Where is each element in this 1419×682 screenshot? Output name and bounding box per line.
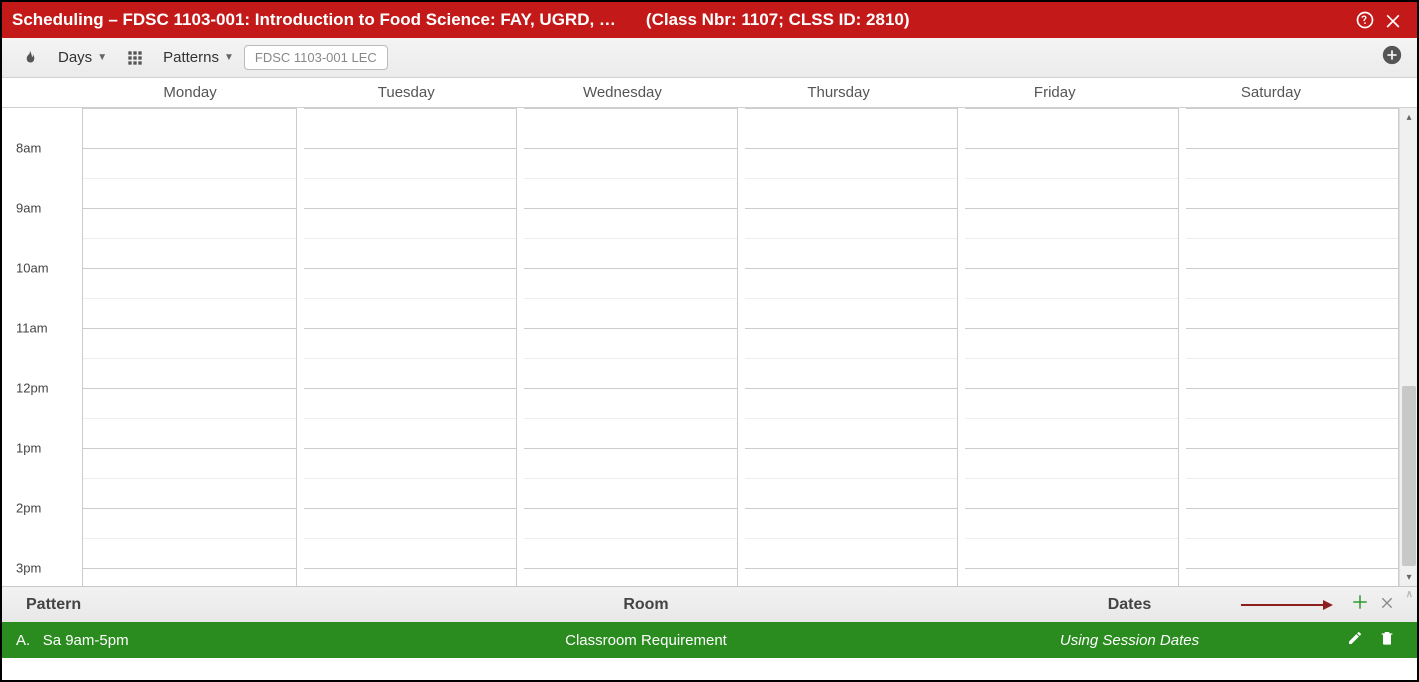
patterns-dropdown[interactable]: Patterns ▼ xyxy=(153,42,244,74)
scroll-hint-icon: ∧ xyxy=(1406,589,1413,600)
patterns-label: Patterns xyxy=(163,49,219,66)
window-titlebar: Scheduling – FDSC 1103-001: Introduction… xyxy=(2,2,1417,38)
add-meeting-icon[interactable] xyxy=(1351,593,1369,617)
calendar-scrollbar[interactable]: ▴ ▾ xyxy=(1399,108,1417,586)
scroll-up-icon[interactable]: ▴ xyxy=(1400,108,1417,126)
cancel-icon[interactable] xyxy=(1379,593,1395,616)
meeting-row[interactable]: A. Sa 9am-5pm Classroom Requirement Usin… xyxy=(2,622,1417,658)
column-header-pattern: Pattern xyxy=(16,596,436,614)
section-chip[interactable]: FDSC 1103-001 LEC xyxy=(244,45,388,70)
time-label: 10am xyxy=(16,261,49,276)
window-subtitle: (Class Nbr: 1107; CLSS ID: 2810) xyxy=(646,10,910,30)
day-headers: Monday Tuesday Wednesday Thursday Friday… xyxy=(2,78,1417,108)
day-header: Thursday xyxy=(731,78,947,107)
time-label: 2pm xyxy=(16,501,41,516)
window-title: Scheduling – FDSC 1103-001: Introduction… xyxy=(12,10,616,30)
scroll-down-icon[interactable]: ▾ xyxy=(1400,568,1417,586)
days-dropdown[interactable]: Days ▼ xyxy=(48,42,117,74)
day-col-wednesday[interactable] xyxy=(517,108,738,586)
meeting-dates: Using Session Dates xyxy=(856,632,1403,649)
meetings-header: Pattern Room Dates ∧ xyxy=(2,586,1417,622)
day-col-tuesday[interactable] xyxy=(297,108,518,586)
help-icon[interactable] xyxy=(1351,6,1379,34)
meeting-pattern: Sa 9am-5pm xyxy=(43,632,129,649)
days-label: Days xyxy=(58,49,92,66)
scroll-thumb[interactable] xyxy=(1402,386,1416,566)
day-header: Tuesday xyxy=(298,78,514,107)
annotation-arrow xyxy=(1241,604,1331,606)
time-label: 3pm xyxy=(16,561,41,576)
day-header: Friday xyxy=(947,78,1163,107)
meeting-room: Classroom Requirement xyxy=(436,632,856,649)
calendar-area: Monday Tuesday Wednesday Thursday Friday… xyxy=(2,78,1417,586)
day-columns[interactable] xyxy=(82,108,1399,586)
delete-icon[interactable] xyxy=(1379,630,1395,650)
day-col-friday[interactable] xyxy=(958,108,1179,586)
time-label: 8am xyxy=(16,141,41,156)
day-header: Monday xyxy=(82,78,298,107)
meeting-label: A. xyxy=(16,632,30,649)
edit-icon[interactable] xyxy=(1347,630,1363,650)
heatmap-icon[interactable] xyxy=(10,42,48,74)
day-header: Saturday xyxy=(1163,78,1379,107)
grid-view-icon[interactable] xyxy=(117,42,153,74)
day-col-monday[interactable] xyxy=(82,108,297,586)
close-icon[interactable] xyxy=(1379,6,1407,34)
time-label: 11am xyxy=(16,321,48,336)
add-circle-icon[interactable] xyxy=(1375,44,1409,72)
time-label: 9am xyxy=(16,201,41,216)
toolbar: Days ▼ Patterns ▼ FDSC 1103-001 LEC xyxy=(2,38,1417,78)
day-col-thursday[interactable] xyxy=(738,108,959,586)
time-label: 1pm xyxy=(16,441,41,456)
column-header-room: Room xyxy=(436,596,856,614)
chevron-down-icon: ▼ xyxy=(224,52,234,63)
day-header: Wednesday xyxy=(514,78,730,107)
chevron-down-icon: ▼ xyxy=(97,52,107,63)
time-axis: 8am 9am 10am 11am 12pm 1pm 2pm 3pm xyxy=(2,108,82,586)
time-label: 12pm xyxy=(16,381,49,396)
day-col-saturday[interactable] xyxy=(1179,108,1400,586)
